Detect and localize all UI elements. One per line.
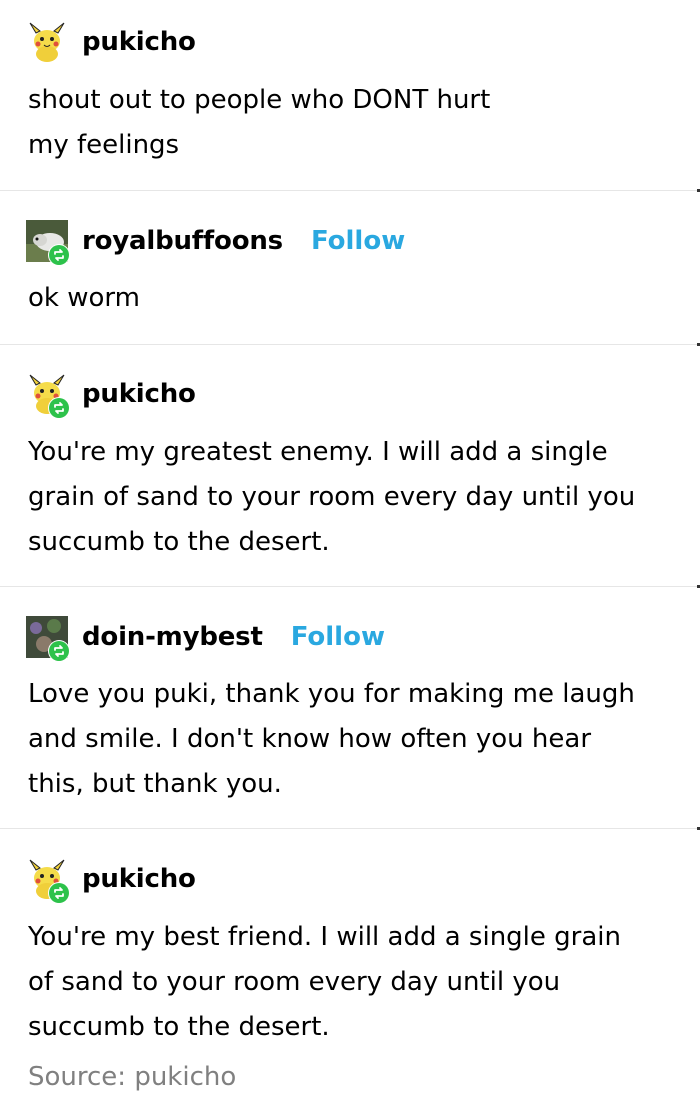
post-text-content: Love you puki, thank you for making me l… [28, 679, 635, 799]
post-text: You're my greatest enemy. I will add a s… [28, 430, 678, 565]
post-text-content: ok worm [28, 283, 140, 313]
royalbuffoons-avatar-icon[interactable] [26, 220, 70, 266]
follow-button[interactable]: Follow [311, 226, 405, 256]
post-header: pukicho [26, 372, 196, 419]
divider [0, 585, 700, 588]
post-header: pukicho [26, 857, 196, 904]
post-header: pukicho [26, 20, 196, 64]
reblog-icon [48, 882, 70, 904]
divider [0, 343, 700, 346]
reblog-icon [48, 397, 70, 419]
post-text: You're my best friend. I will add a sing… [28, 915, 678, 1050]
pikachu-avatar-icon[interactable] [26, 373, 70, 419]
post-header: doin-mybest Follow [26, 615, 385, 662]
username[interactable]: pukicho [82, 864, 196, 894]
divider [0, 189, 700, 192]
post-text: shout out to people who DONT hurt my fee… [28, 78, 678, 168]
source-link[interactable]: Source: pukicho [28, 1062, 236, 1092]
username[interactable]: doin-mybest [82, 622, 263, 652]
divider [0, 827, 700, 830]
doin-mybest-avatar-icon[interactable] [26, 616, 70, 662]
post-text: ok worm [28, 276, 678, 321]
pikachu-avatar-icon[interactable] [26, 858, 70, 904]
post-text-content: You're my greatest enemy. I will add a s… [28, 437, 636, 557]
post-header: royalbuffoons Follow [26, 219, 405, 266]
reblog-icon [48, 244, 70, 266]
pikachu-avatar-icon[interactable] [26, 21, 68, 63]
post-text: Love you puki, thank you for making me l… [28, 672, 678, 807]
post-text-content: shout out to people who DONT hurt my fee… [28, 85, 491, 160]
post-text-content: You're my best friend. I will add a sing… [28, 922, 621, 1042]
username[interactable]: pukicho [82, 379, 196, 409]
username[interactable]: pukicho [82, 27, 196, 57]
username[interactable]: royalbuffoons [82, 226, 283, 256]
follow-button[interactable]: Follow [291, 622, 385, 652]
reblog-icon [48, 640, 70, 662]
